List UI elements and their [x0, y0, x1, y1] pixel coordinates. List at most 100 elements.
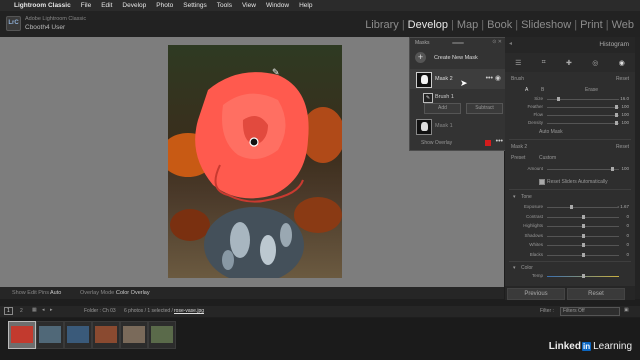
- show-edit-pins-select[interactable]: Auto: [50, 290, 61, 296]
- reset-button[interactable]: Reset: [567, 288, 625, 300]
- filmstrip-thumb[interactable]: [92, 321, 120, 349]
- filmstrip-thumb[interactable]: [36, 321, 64, 349]
- slider-knob[interactable]: [582, 243, 585, 247]
- slider-track[interactable]: [547, 115, 619, 116]
- filter-lock-icon[interactable]: ▣: [624, 307, 629, 313]
- slider-value[interactable]: 0: [626, 252, 629, 257]
- tone-section-label[interactable]: Tone: [521, 194, 532, 200]
- page-1-button[interactable]: 1: [4, 307, 13, 315]
- slider-value[interactable]: 100: [621, 112, 629, 117]
- add-button[interactable]: Add: [424, 103, 461, 114]
- slider-knob[interactable]: [582, 224, 585, 228]
- amount-slider[interactable]: Amount 100: [505, 166, 635, 173]
- tone-chevron-icon[interactable]: ▾: [513, 194, 516, 200]
- slider-knob[interactable]: [557, 97, 560, 101]
- tone-whites-slider[interactable]: Whites 0: [505, 242, 635, 249]
- folder-path[interactable]: Folder : Ch 03: [84, 308, 116, 314]
- menu-app[interactable]: Lightroom Classic: [14, 2, 71, 9]
- more-options-icon[interactable]: •••: [496, 138, 503, 145]
- healing-icon[interactable]: ✚: [566, 59, 572, 67]
- selected-filename[interactable]: rose-vase.jpg: [174, 308, 204, 314]
- slider-knob[interactable]: [582, 274, 585, 278]
- module-library[interactable]: Library: [365, 19, 399, 31]
- menu-settings[interactable]: Settings: [183, 2, 207, 9]
- page-2-button[interactable]: 2: [20, 308, 23, 314]
- panel-controls-icon[interactable]: ⊙ ✕: [492, 39, 502, 45]
- panel-grip[interactable]: [452, 42, 464, 44]
- brush-tab-erase[interactable]: Erase: [585, 87, 598, 93]
- slider-knob[interactable]: [611, 167, 614, 171]
- slider-value[interactable]: - 1.67: [617, 204, 629, 209]
- slider-value[interactable]: 0: [626, 214, 629, 219]
- menu-help[interactable]: Help: [299, 2, 312, 9]
- slider-track[interactable]: [547, 107, 619, 108]
- slider-knob[interactable]: [582, 252, 585, 257]
- slider-value[interactable]: 100: [621, 120, 629, 125]
- grid-view-icon[interactable]: ▦: [32, 307, 37, 313]
- create-new-mask-button[interactable]: + Create New Mask: [410, 50, 506, 67]
- menu-view[interactable]: View: [242, 2, 256, 9]
- slider-knob[interactable]: [582, 233, 585, 238]
- menu-tools[interactable]: Tools: [217, 2, 232, 9]
- crop-icon[interactable]: ⌗: [542, 59, 546, 67]
- slider-knob[interactable]: [582, 214, 585, 219]
- tone-exposure-slider[interactable]: Exposure - 1.67: [505, 204, 635, 211]
- filmstrip-thumb[interactable]: [64, 321, 92, 349]
- back-arrow-icon[interactable]: ◂: [42, 307, 45, 313]
- slider-knob[interactable]: [615, 113, 618, 117]
- reset-sliders-checkbox[interactable]: [539, 179, 545, 185]
- tone-contrast-slider[interactable]: Contrast 0: [505, 214, 635, 221]
- brush-feather-slider[interactable]: Feather 100: [505, 104, 635, 111]
- show-overlay-toggle[interactable]: Show Overlay •••: [410, 138, 506, 149]
- menu-file[interactable]: File: [81, 2, 91, 9]
- mask-item-mask-1[interactable]: Mask 1: [410, 116, 506, 136]
- slider-value[interactable]: 16.0: [620, 96, 629, 101]
- module-slideshow[interactable]: Slideshow: [521, 19, 571, 31]
- tone-highlights-slider[interactable]: Highlights 0: [505, 223, 635, 230]
- brush-size-slider[interactable]: Size 16.0: [505, 96, 635, 103]
- temp-slider[interactable]: Temp: [505, 273, 635, 280]
- slider-value[interactable]: 100: [621, 104, 629, 109]
- mask-component-brush-1[interactable]: ✎ Brush 1: [410, 91, 506, 103]
- filmstrip-thumb[interactable]: [8, 321, 36, 349]
- filmstrip-thumb[interactable]: [148, 321, 176, 349]
- slider-track[interactable]: [547, 169, 619, 170]
- subtract-button[interactable]: Subtract: [466, 103, 503, 114]
- brush-tab-b[interactable]: B: [541, 87, 544, 93]
- previous-button[interactable]: Previous: [507, 288, 565, 300]
- overlay-mode-select[interactable]: Color Overlay: [116, 290, 150, 296]
- brush-density-slider[interactable]: Density 100: [505, 120, 635, 127]
- color-section-label[interactable]: Color: [521, 265, 533, 271]
- mask-item-mask-2[interactable]: Mask 2 ••• ◉: [410, 69, 506, 89]
- menu-window[interactable]: Window: [266, 2, 289, 9]
- brush-reset-button[interactable]: Reset: [616, 76, 629, 82]
- collapse-arrow-icon[interactable]: ◂: [509, 40, 512, 47]
- histogram-header[interactable]: ◂ Histogram: [505, 37, 635, 53]
- right-panel-scrollbar[interactable]: [635, 37, 640, 299]
- tone-shadows-slider[interactable]: Shadows 0: [505, 233, 635, 240]
- amount-value[interactable]: 100: [621, 166, 629, 171]
- slider-knob[interactable]: [570, 205, 573, 209]
- slider-track[interactable]: [547, 123, 619, 124]
- forward-arrow-icon[interactable]: ▸: [50, 307, 53, 313]
- slider-knob[interactable]: [615, 105, 618, 109]
- mask-reset-button[interactable]: Reset: [616, 144, 629, 150]
- module-map[interactable]: Map: [457, 19, 478, 31]
- slider-value[interactable]: 0: [626, 223, 629, 228]
- module-print[interactable]: Print: [580, 19, 603, 31]
- menu-edit[interactable]: Edit: [101, 2, 112, 9]
- mask-options-icon[interactable]: ••• ◉: [486, 74, 501, 82]
- red-eye-icon[interactable]: ◎: [592, 59, 598, 67]
- slider-value[interactable]: 0: [626, 242, 629, 247]
- auto-mask-label[interactable]: Auto Mask: [539, 129, 563, 135]
- masking-icon[interactable]: ◉: [619, 59, 625, 67]
- module-develop[interactable]: Develop: [408, 19, 448, 31]
- menu-develop[interactable]: Develop: [122, 2, 146, 9]
- slider-value[interactable]: 0: [626, 233, 629, 238]
- module-book[interactable]: Book: [487, 19, 512, 31]
- filmstrip-thumb[interactable]: [120, 321, 148, 349]
- color-chevron-icon[interactable]: ▾: [513, 265, 516, 271]
- preset-select[interactable]: Custom: [539, 155, 556, 161]
- brush-flow-slider[interactable]: Flow 100: [505, 112, 635, 119]
- overlay-color-swatch[interactable]: [485, 140, 491, 146]
